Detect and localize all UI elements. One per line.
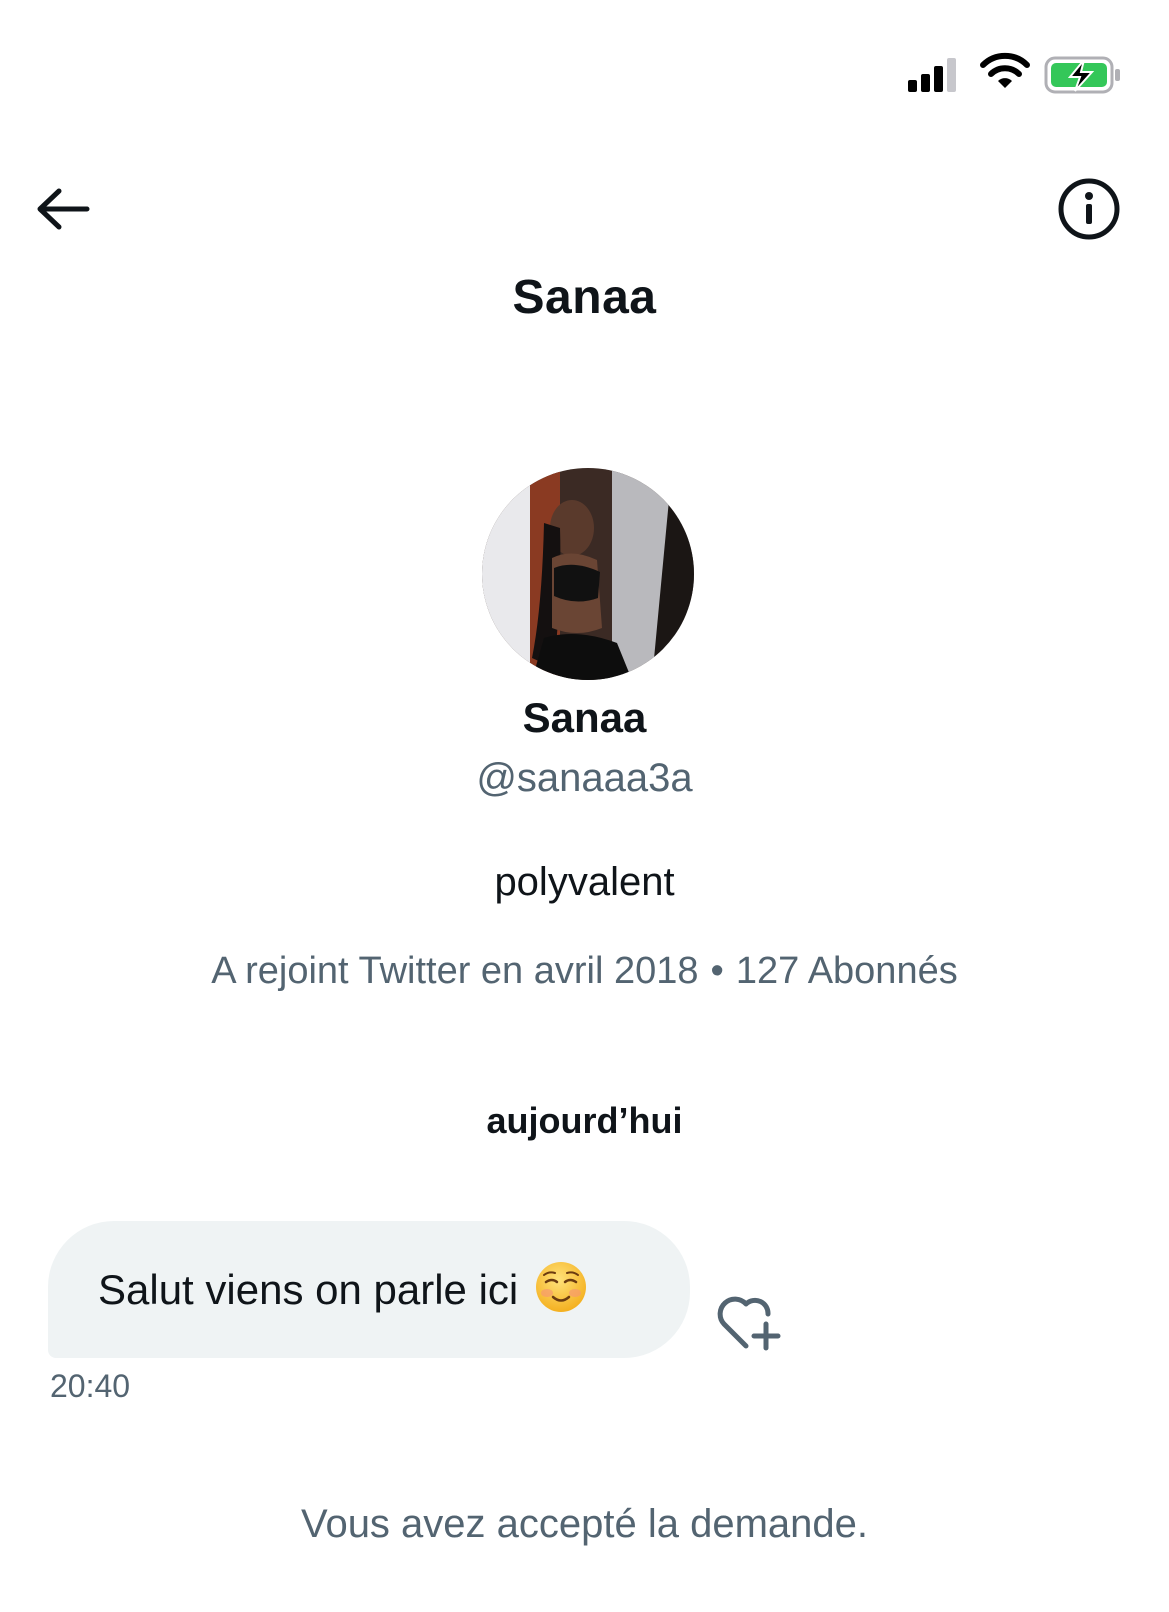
- message-timestamp: 20:40: [50, 1368, 131, 1404]
- profile-photo: [482, 468, 694, 680]
- arrow-left-icon: [37, 188, 90, 230]
- meta-separator: •: [710, 950, 724, 992]
- wifi-icon: [980, 52, 1030, 88]
- back-button[interactable]: [28, 176, 98, 242]
- info-circle-icon: [1058, 178, 1120, 240]
- message-bubble[interactable]: Salut viens on parle ici: [48, 1221, 690, 1358]
- status-bar: [0, 0, 1169, 140]
- heart-plus-icon: [717, 1296, 781, 1351]
- avatar[interactable]: [482, 468, 694, 680]
- smiling-face-icon: [536, 1261, 587, 1312]
- conversation-info-button[interactable]: [1052, 172, 1126, 246]
- message-text: Salut viens on parle ici: [98, 1265, 519, 1313]
- follower-count[interactable]: 127 Abonnés: [736, 950, 958, 992]
- request-accepted-notice: Vous avez accepté la demande.: [300, 1502, 869, 1546]
- join-date: A rejoint Twitter en avril 2018: [211, 950, 699, 992]
- page-title: Sanaa: [512, 271, 657, 324]
- date-separator: aujourd’hui: [486, 1100, 683, 1141]
- battery-charging-icon: [1044, 56, 1120, 94]
- profile-handle: @sanaaa3a: [476, 756, 693, 800]
- profile-meta: A rejoint Twitter en avril 2018 • 127 Abon…: [0, 950, 1169, 993]
- profile-bio: polyvalent: [494, 860, 675, 904]
- profile-name[interactable]: Sanaa: [0, 694, 1169, 742]
- cellular-signal-icon: [908, 58, 956, 92]
- add-reaction-button[interactable]: [716, 1290, 788, 1354]
